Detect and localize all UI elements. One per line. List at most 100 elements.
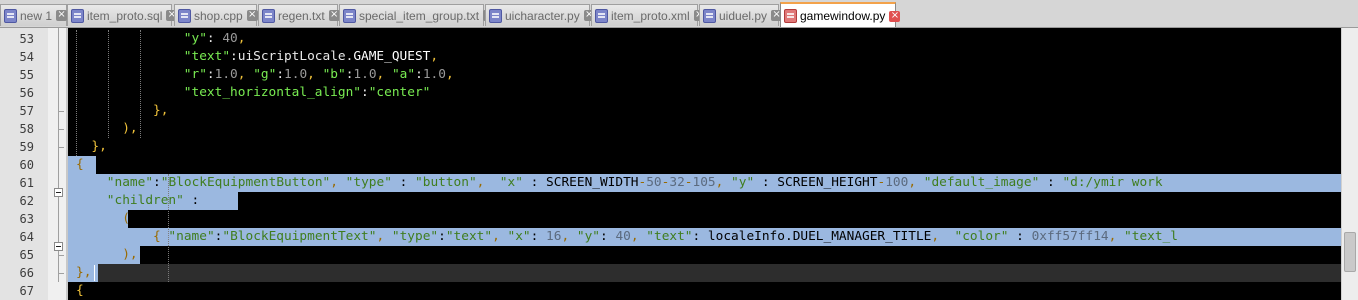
fold-collapse-icon[interactable] [54,242,63,251]
line-number: 58 [19,122,34,136]
code-token: 1.0 [422,67,446,82]
code-token: : [361,85,369,100]
code-line[interactable]: ), [122,246,137,264]
code-token: , [330,175,346,190]
tab-uiduel-py[interactable]: uiduel.py × [699,4,783,26]
code-token: , [376,67,392,82]
current-line-highlight [68,264,1341,282]
indent-guide [76,30,77,156]
close-tab-icon[interactable]: × [246,10,258,21]
tab-shop-cpp[interactable]: shop.cpp × [174,4,258,26]
code-line[interactable]: ), [122,120,137,138]
blue-file-icon [595,8,608,23]
code-line[interactable]: "children" : [107,192,199,210]
code-line[interactable]: }, [153,102,168,120]
tab-label: new 1 [20,8,53,23]
code-token: , [376,229,392,244]
close-tab-icon[interactable]: × [56,10,68,21]
fold-end-marker [58,129,64,130]
code-line[interactable]: "text_horizontal_align":"center" [184,84,431,102]
code-line[interactable]: { [76,282,84,300]
code-token: : [276,67,285,82]
fold-margin[interactable] [48,28,66,300]
code-token: : [438,229,446,244]
tab-label: regen.txt [278,8,325,23]
code-token: "BlockEquipmentButton" [160,175,331,190]
tab-new-1[interactable]: new 1 × [0,4,68,26]
code-token: "BlockEquipmentText" [222,229,377,244]
code-token: "y" [576,229,601,244]
code-token: "name" [168,229,215,244]
code-token: { [153,229,169,244]
code-token: 0xff57ff14 [1031,229,1109,244]
tab-special-item-group-txt[interactable]: special_item_group.txt× [339,4,495,26]
fold-collapse-icon[interactable] [54,188,63,197]
code-token: "text" [183,49,231,64]
code-token: , [430,49,439,64]
tab-gamewindow-py[interactable]: gamewindow.py × [780,2,901,27]
tab-item-proto-sql[interactable]: item_proto.sql × [67,4,178,26]
code-line[interactable]: }, [76,264,91,282]
code-line[interactable]: { "name":"BlockEquipmentText", "type":"t… [153,228,1178,246]
line-number: 60 [19,158,34,172]
code-editor[interactable]: 53 54 55 56 57 58 59 60 61 62 63 64 65 66 67 "y": 40, "… [0,28,1358,300]
tab-label: item_proto.xml [611,8,690,23]
code-line[interactable]: "name":"BlockEquipmentButton", "type" : … [107,174,1163,192]
code-token: "y" [183,31,207,46]
tab-bar: new 1 × item_proto.sql × shop.cpp × regen.txt ×… [0,0,1358,28]
code-token: SCREEN_WIDTH [546,175,639,190]
code-token: "r" [183,67,207,82]
line-number: 63 [19,212,34,226]
line-number: 57 [19,104,34,118]
fold-end-marker [58,255,64,256]
fold-end-marker [58,111,64,112]
code-token: - [684,175,693,190]
code-line[interactable]: "text":uiScriptLocale.GAME_QUEST, [184,48,438,66]
code-token: "center" [368,85,431,100]
line-number: 62 [19,194,34,208]
code-token: }, [91,139,107,154]
line-number: 59 [19,140,34,154]
code-token: : [153,175,161,190]
code-token: : [415,67,423,82]
code-line[interactable]: }, [91,138,106,156]
code-token: , [561,229,577,244]
code-token: : [754,175,778,190]
code-token: "y" [731,175,755,190]
code-line[interactable]: { [76,156,84,174]
vertical-scrollbar[interactable] [1341,28,1358,300]
tab-uicharacter-py[interactable]: uicharacter.py × [485,4,595,26]
code-token: : [183,193,200,208]
line-number: 56 [19,86,34,100]
tab-regen-txt[interactable]: regen.txt × [258,4,340,26]
code-token: , [908,175,924,190]
code-line[interactable]: ( [122,210,130,228]
scrollbar-thumb[interactable] [1344,232,1356,272]
tab-item-proto-xml[interactable]: item_proto.xml× [591,4,705,26]
code-area[interactable]: "y": 40, "text":uiScriptLocale.GAME_QUEST… [68,28,1341,300]
code-token: ( [122,211,130,226]
code-token: , [476,175,500,190]
code-token: { [76,157,84,172]
line-number: 61 [19,176,34,190]
code-token: "type" [345,175,392,190]
code-token: "b" [322,67,346,82]
code-token: SCREEN_HEIGHT [777,175,878,190]
line-number: 55 [19,68,34,82]
line-number: 64 [19,230,34,244]
code-line[interactable]: "r":1.0, "g":1.0, "b":1.0, "a":1.0, [184,66,454,84]
blue-file-icon [703,8,716,23]
code-token: "g" [253,67,277,82]
code-token: , [1108,229,1125,244]
code-token: 40 [222,31,238,46]
close-tab-icon[interactable]: × [889,10,901,22]
code-line[interactable]: "y": 40, [184,30,246,48]
tab-label: uiduel.py [719,8,768,23]
code-token: 32 [669,175,685,190]
code-token: "text_horizontal_align" [183,85,361,100]
blue-file-icon [71,8,84,23]
blue-file-icon [178,8,191,23]
tab-label: item_proto.sql [87,8,163,23]
tab-label: uicharacter.py [505,8,580,23]
code-token: { [76,283,84,298]
